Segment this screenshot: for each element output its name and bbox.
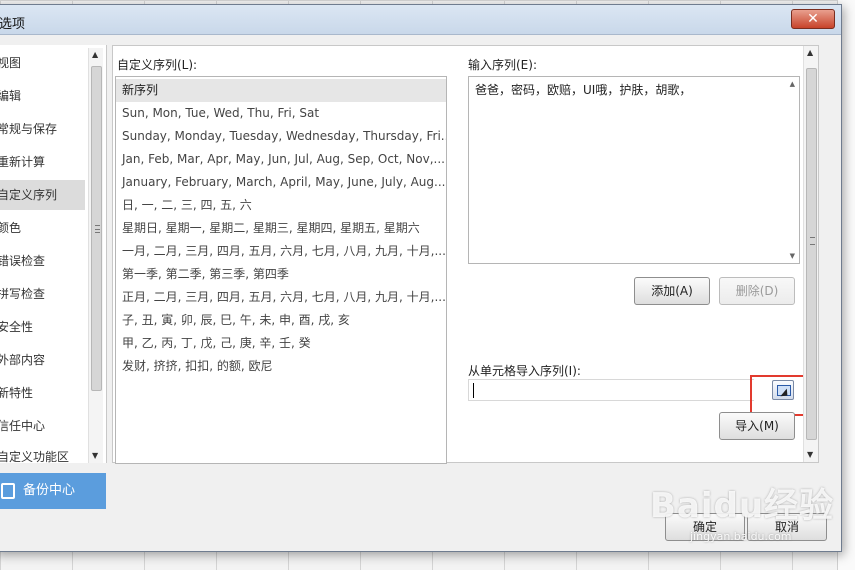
- text-caret: [473, 383, 474, 398]
- list-item[interactable]: 日, 一, 二, 三, 四, 五, 六: [116, 194, 446, 217]
- grip-icon: [95, 225, 100, 233]
- list-item[interactable]: Sunday, Monday, Tuesday, Wednesday, Thur…: [116, 125, 446, 148]
- nav-scrollbar[interactable]: ▲ ▼: [88, 48, 103, 463]
- backup-icon: [1, 483, 15, 499]
- scroll-up-icon[interactable]: ▲: [790, 80, 795, 88]
- backup-center-button[interactable]: 备份中心: [0, 473, 106, 509]
- scroll-down-icon[interactable]: ▼: [807, 450, 813, 459]
- list-item[interactable]: 子, 丑, 寅, 卯, 辰, 巳, 午, 未, 申, 酉, 戌, 亥: [116, 309, 446, 332]
- list-item[interactable]: Jan, Feb, Mar, Apr, May, Jun, Jul, Aug, …: [116, 148, 446, 171]
- list-item[interactable]: 发财, 挤挤, 扣扣, 的额, 欧尼: [116, 355, 446, 378]
- scroll-down-icon[interactable]: ▼: [790, 252, 795, 260]
- list-item[interactable]: Sun, Mon, Tue, Wed, Thu, Fri, Sat: [116, 102, 446, 125]
- close-icon: ✕: [807, 11, 819, 27]
- panel-scroll-thumb[interactable]: [806, 68, 817, 440]
- list-item[interactable]: 一月, 二月, 三月, 四月, 五月, 六月, 七月, 八月, 九月, 十月,.…: [116, 240, 446, 263]
- nav-item-error-check[interactable]: 错误检查: [0, 246, 85, 276]
- nav-item-new-features[interactable]: 新特性: [0, 378, 85, 408]
- nav-item-trust-center[interactable]: 信任中心: [0, 411, 85, 441]
- nav-item-recalculate[interactable]: 重新计算: [0, 147, 85, 177]
- nav-item-customize-ribbon[interactable]: 自定义功能区: [0, 444, 85, 463]
- options-dialog: 选项 ✕ 视图 编辑 常规与保存 重新计算 自定义序列 颜色 错误检查 拼写检查…: [0, 4, 842, 552]
- nav-item-external-content[interactable]: 外部内容: [0, 345, 85, 375]
- options-nav: 视图 编辑 常规与保存 重新计算 自定义序列 颜色 错误检查 拼写检查 安全性 …: [0, 45, 107, 463]
- input-sequence-textarea[interactable]: 爸爸，密码，欧赔，UI哦，护肤，胡歌， ▲ ▼: [468, 76, 800, 264]
- list-item[interactable]: 正月, 二月, 三月, 四月, 五月, 六月, 七月, 八月, 九月, 十月,.…: [116, 286, 446, 309]
- title-bar: 选项 ✕: [0, 5, 841, 35]
- list-item[interactable]: 星期日, 星期一, 星期二, 星期三, 星期四, 星期五, 星期六: [116, 217, 446, 240]
- list-item[interactable]: 第一季, 第二季, 第三季, 第四季: [116, 263, 446, 286]
- import-range-input[interactable]: [468, 379, 754, 401]
- custom-lists-label: 自定义序列(L):: [117, 58, 198, 72]
- window-title: 选项: [0, 17, 26, 32]
- scroll-up-icon[interactable]: ▲: [807, 48, 813, 57]
- close-button[interactable]: ✕: [791, 9, 835, 29]
- input-sequence-label: 输入序列(E):: [468, 58, 537, 72]
- list-item[interactable]: 新序列: [116, 79, 446, 102]
- nav-item-security[interactable]: 安全性: [0, 312, 85, 342]
- nav-item-custom-lists[interactable]: 自定义序列: [0, 180, 85, 210]
- custom-lists-panel: 自定义序列(L): 新序列 Sun, Mon, Tue, Wed, Thu, F…: [112, 45, 819, 464]
- input-sequence-value: 爸爸，密码，欧赔，UI哦，护肤，胡歌，: [475, 83, 692, 97]
- nav-scroll-thumb[interactable]: [91, 66, 102, 391]
- watermark-logo: Baidu经验: [650, 486, 835, 526]
- list-item[interactable]: 甲, 乙, 丙, 丁, 戊, 己, 庚, 辛, 壬, 癸: [116, 332, 446, 355]
- add-button[interactable]: 添加(A): [634, 277, 710, 305]
- nav-item-general-save[interactable]: 常规与保存: [0, 114, 85, 144]
- scroll-up-icon[interactable]: ▲: [92, 50, 98, 59]
- import-from-cells-label: 从单元格导入序列(I):: [468, 364, 581, 378]
- watermark-url: jingyan.baidu.com: [690, 530, 792, 543]
- list-item[interactable]: January, February, March, April, May, Ju…: [116, 171, 446, 194]
- nav-item-spell-check[interactable]: 拼写检查: [0, 279, 85, 309]
- grip-icon: [810, 237, 815, 245]
- scroll-down-icon[interactable]: ▼: [92, 451, 98, 460]
- panel-scrollbar[interactable]: ▲ ▼: [803, 46, 818, 462]
- nav-item-color[interactable]: 颜色: [0, 213, 85, 243]
- backup-center-label: 备份中心: [23, 483, 76, 498]
- custom-lists-listbox[interactable]: 新序列 Sun, Mon, Tue, Wed, Thu, Fri, Sat Su…: [115, 76, 447, 464]
- nav-item-view[interactable]: 视图: [0, 48, 85, 78]
- delete-button[interactable]: 删除(D): [719, 277, 795, 305]
- nav-item-edit[interactable]: 编辑: [0, 81, 85, 111]
- import-button[interactable]: 导入(M): [719, 412, 795, 440]
